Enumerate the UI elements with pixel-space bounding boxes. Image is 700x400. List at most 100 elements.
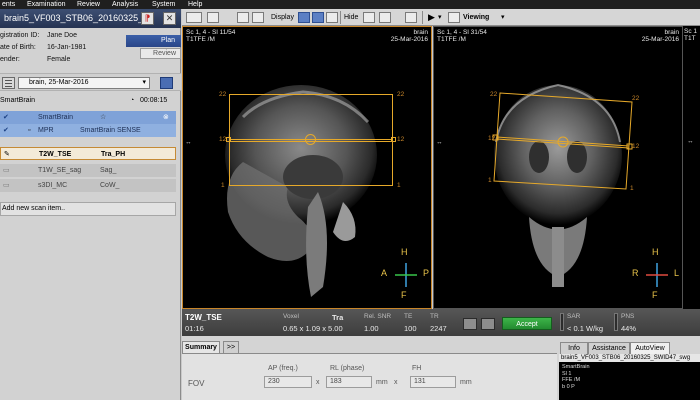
tab-summary[interactable]: Summary	[182, 341, 220, 353]
sar-gauge	[560, 313, 564, 331]
hide-mode-2-icon[interactable]	[379, 12, 391, 23]
chevron-down-icon[interactable]: ▾	[438, 9, 442, 26]
plan-rotate-handle[interactable]	[305, 134, 316, 145]
display-mode-1-icon[interactable]	[298, 12, 310, 23]
exam-select-value: brain, 25-Mar-2016	[29, 79, 89, 86]
tab-more[interactable]: >>	[223, 341, 239, 353]
orient-foot: F	[401, 290, 407, 300]
running-icon: ✎	[4, 151, 10, 158]
te-value: 100	[404, 324, 417, 333]
plan-number: 1	[397, 182, 401, 189]
vp1-sequence-line: T1TFE /M	[186, 36, 215, 43]
exam-select[interactable]: brain, 25-Mar-2016 ▾	[18, 77, 150, 89]
expand-arrow-icon[interactable]: ↔	[185, 139, 192, 146]
hide-mode-3-icon[interactable]	[405, 12, 417, 23]
preview-icon[interactable]	[463, 318, 477, 330]
current-scan-name: T2W_TSE	[185, 313, 222, 322]
scan-row-smartbrain[interactable]: ✔ SmartBrain ☆ ⊗	[0, 111, 176, 124]
vp1-series-line: Sc 1, 4 - Sl 11/54	[186, 29, 236, 36]
check-icon: ✔	[3, 127, 9, 134]
menu-system[interactable]: System	[152, 0, 175, 9]
orient-posterior: P	[423, 268, 430, 278]
chevron-down-icon: ▾	[142, 79, 146, 86]
menu-patients[interactable]: ents	[2, 0, 15, 9]
scan-info-bar: T2W_TSE 01:16 Voxel 0.65 x 1.09 x 5.00 T…	[182, 309, 700, 336]
exam-settings-icon[interactable]	[160, 77, 173, 89]
menu-analysis[interactable]: Analysis	[112, 0, 138, 9]
plan-number: 12	[488, 135, 496, 142]
expand-arrow-icon[interactable]: ↔	[687, 138, 694, 145]
orient-right: R	[632, 268, 639, 278]
close-icon[interactable]: ✕	[163, 12, 176, 25]
orientation-axes-icon	[646, 263, 668, 287]
voxel-label: Voxel	[283, 313, 299, 320]
play-icon[interactable]: ▶	[428, 9, 435, 26]
menu-review[interactable]: Review	[77, 0, 100, 9]
gender-label: ender:	[0, 56, 20, 63]
hide-mode-1-icon[interactable]	[363, 12, 375, 23]
zoom-icon[interactable]	[252, 12, 264, 23]
add-scan-button[interactable]: Add new scan item..	[0, 202, 176, 216]
tab-info[interactable]: Info	[560, 342, 588, 354]
ap-label: AP (freq.)	[268, 365, 298, 372]
menu-examination[interactable]: Examination	[27, 0, 66, 9]
fov-fh-input[interactable]: 131	[410, 376, 456, 388]
viewport-coronal[interactable]: Sc 1, 4 - Sl 31/54 T1TFE /M brain 25-Mar…	[433, 26, 683, 309]
plan-number: 1	[488, 177, 492, 184]
scan-row-t2w-tse[interactable]: ✎ T2W_TSE Tra_PH	[0, 147, 176, 160]
tab-assistance[interactable]: Assistance	[588, 342, 630, 354]
pin-icon[interactable]: ⁋	[141, 12, 154, 25]
viewport-third-partial[interactable]: Sc 1 T1T ↔	[683, 26, 700, 309]
orient-head: H	[401, 247, 408, 257]
arrange-icon[interactable]	[186, 12, 202, 23]
scan-row-t1w-se-sag[interactable]: ▭ T1W_SE_sag Sag_	[0, 164, 176, 177]
plan-handle-right[interactable]	[391, 137, 396, 142]
undo-icon[interactable]	[481, 318, 495, 330]
display-mode-3-icon[interactable]	[326, 12, 338, 23]
smartbrain-header: SmartBrain	[0, 97, 36, 104]
plan-number: 22	[397, 91, 405, 98]
display-label[interactable]: Display	[271, 9, 294, 26]
hide-label[interactable]: Hide	[344, 9, 358, 26]
orient-anterior: A	[381, 268, 388, 278]
voxel-value: 0.65 x 1.09 x 5.00	[283, 324, 343, 333]
plan-handle-left[interactable]	[226, 137, 231, 142]
review-button[interactable]: Review	[140, 48, 181, 59]
plan-button[interactable]: Plan	[126, 35, 181, 47]
pns-gauge	[614, 313, 618, 331]
viewport-sagittal[interactable]: Sc 1, 4 - Sl 11/54 T1TFE /M brain 25-Mar…	[182, 26, 432, 309]
tab-autoview[interactable]: AutoView	[630, 342, 670, 354]
fh-label: FH	[412, 365, 422, 372]
viewing-label[interactable]: Viewing	[463, 9, 489, 26]
expand-arrow-icon[interactable]: ↔	[436, 139, 443, 146]
chevron-down-icon[interactable]: ▾	[501, 9, 505, 26]
autoview-title: brain5_VF003_STB06_20160325_SWID47_swg	[559, 354, 700, 362]
vp3-series-line: Sc 1	[684, 28, 698, 35]
rl-label: RL (phase)	[330, 365, 365, 372]
menu-help[interactable]: Help	[188, 0, 202, 9]
gender: Female	[47, 56, 71, 63]
layout-icon[interactable]	[237, 12, 249, 23]
check-icon: ✔	[3, 114, 9, 121]
exam-row: brain, 25-Mar-2016 ▾	[0, 73, 181, 91]
orient-head: H	[652, 247, 659, 257]
te-label: TE	[404, 313, 413, 320]
display-mode-2-icon[interactable]	[312, 12, 324, 23]
orient-foot: F	[652, 290, 658, 300]
scan-row-mpr[interactable]: ✔ ▫ MPR SmartBrain SENSE	[0, 124, 176, 137]
fov-rl-input[interactable]: 183	[326, 376, 372, 388]
scan-geometry: CoW_	[100, 182, 120, 189]
fov-ap-input[interactable]: 230	[264, 376, 312, 388]
exam-list-icon[interactable]	[2, 77, 15, 89]
accept-button[interactable]: Accept	[502, 317, 552, 330]
viewing-mode-icon[interactable]	[448, 12, 460, 23]
autoview-preview: SmartBrain Sl 1 FFE /M b 0 P	[559, 362, 700, 400]
scan-name: s3DI_MC	[38, 182, 68, 189]
left-panel: brain5_VF003_STB06_20160325_ ⁋ ✕ gistrat…	[0, 9, 181, 400]
orientation-value: Tra	[332, 313, 344, 322]
vp1-exam-name: brain	[413, 29, 428, 36]
scan-geometry: Sag_	[100, 167, 117, 174]
dropdown-icon[interactable]	[207, 12, 219, 23]
scan-row-s3di-mc[interactable]: ▭ s3DI_MC CoW_	[0, 179, 176, 192]
unit-mm: mm	[460, 379, 472, 386]
